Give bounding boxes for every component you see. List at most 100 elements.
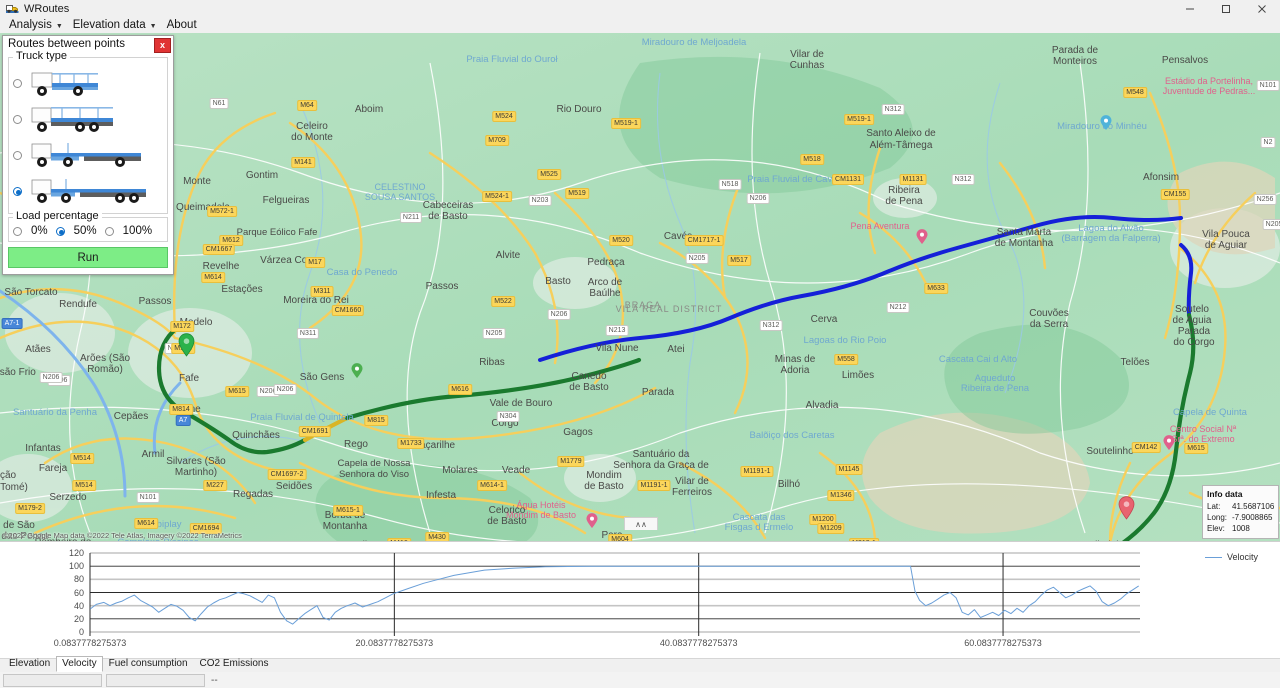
load-percentage-group: Load percentage 0% 50% 100% bbox=[8, 210, 168, 242]
map-road-shield: CM1667 bbox=[202, 244, 236, 255]
map-road-shield: M615 bbox=[225, 386, 249, 397]
map-road-shield: N205 bbox=[685, 253, 709, 264]
chevron-down-icon: ▼ bbox=[55, 22, 63, 30]
map-road-shield: CM142 bbox=[1131, 442, 1161, 453]
map-road-shield: N212 bbox=[886, 302, 910, 313]
map-road-shield: N2 bbox=[1260, 137, 1276, 148]
chart-y-tick-label: 120 bbox=[68, 548, 84, 558]
load-percentage-label: Load percentage bbox=[13, 210, 102, 222]
run-button[interactable]: Run bbox=[8, 247, 168, 268]
map-road-shield: M64 bbox=[297, 100, 317, 111]
load-option-0[interactable]: 0% bbox=[13, 225, 48, 237]
map-road-shield: N61 bbox=[209, 98, 229, 109]
map-road-shield: N312 bbox=[759, 320, 783, 331]
map-road-shield: N101 bbox=[1256, 80, 1280, 91]
status-text: -- bbox=[211, 674, 218, 686]
tab-fuel-consumption[interactable]: Fuel consumption bbox=[103, 656, 194, 672]
truck-radio-1[interactable] bbox=[13, 78, 22, 88]
tab-elevation[interactable]: Elevation bbox=[3, 656, 56, 672]
truck-icon bbox=[6, 3, 19, 14]
map-road-shield: M522 bbox=[491, 296, 515, 307]
map-road-shield: M518 bbox=[800, 154, 824, 165]
info-row-lat: Lat: 41.5687106 bbox=[1207, 501, 1274, 512]
map-road-shield: N203 bbox=[528, 195, 552, 206]
map-road-shield: M141 bbox=[291, 157, 315, 168]
menu-bar: Analysis ▼ Elevation data ▼ About bbox=[0, 17, 1280, 33]
truck-option-rigid-3-axle[interactable] bbox=[13, 101, 163, 137]
load-label-0: 0% bbox=[31, 225, 48, 237]
minimize-button[interactable] bbox=[1172, 0, 1208, 17]
truck-radio-4[interactable] bbox=[13, 186, 22, 196]
map-road-shield: A7 bbox=[175, 415, 191, 426]
map-road-shield: M616 bbox=[448, 384, 472, 395]
chart-y-tick-label: 0 bbox=[78, 627, 84, 637]
map-road-shield: N518 bbox=[718, 179, 742, 190]
map-canvas bbox=[0, 33, 1280, 541]
map-road-shield: M709 bbox=[485, 135, 509, 146]
load-radio-50[interactable] bbox=[55, 226, 65, 236]
truck-option-tractor-semitrailer-3-axle[interactable] bbox=[13, 173, 163, 209]
status-field-2[interactable] bbox=[106, 673, 205, 687]
menu-elevation-data-label: Elevation data bbox=[72, 19, 146, 31]
truck-radio-3[interactable] bbox=[13, 150, 22, 160]
map-road-shield: M1145 bbox=[835, 464, 863, 475]
map-road-shield: CM1691 bbox=[298, 426, 332, 437]
map-view[interactable]: deloomaPraia Fluvial do OurołMiradouro d… bbox=[0, 33, 1280, 541]
close-button[interactable] bbox=[1244, 0, 1280, 17]
map-road-shield: M558 bbox=[834, 354, 858, 365]
chart-tabs: Elevation Velocity Fuel consumption CO2 … bbox=[0, 656, 1280, 672]
chart-x-tick-label: 0.0837778275373 bbox=[53, 638, 127, 648]
load-option-50[interactable]: 50% bbox=[55, 225, 97, 237]
map-road-shield: N311 bbox=[296, 328, 320, 339]
status-field-1[interactable] bbox=[3, 673, 102, 687]
map-road-shield: CM1697-2 bbox=[267, 469, 307, 480]
tab-velocity[interactable]: Velocity bbox=[56, 656, 103, 672]
map-road-shield: M633 bbox=[924, 283, 948, 294]
routes-between-points-panel: Routes between points x Truck type Load … bbox=[2, 35, 174, 275]
map-road-shield: M1191-1 bbox=[740, 466, 774, 477]
map-road-shield: M519-1 bbox=[611, 118, 641, 129]
chart-x-tick-label: 40.0837778275373 bbox=[659, 638, 738, 648]
window-title: WRoutes bbox=[24, 2, 70, 15]
panel-close-button[interactable]: x bbox=[154, 38, 171, 53]
map-road-shield: M519-1 bbox=[844, 114, 874, 125]
panel-title: Routes between points bbox=[8, 38, 125, 50]
map-road-shield: M548 bbox=[1123, 87, 1147, 98]
menu-analysis[interactable]: Analysis ▼ bbox=[4, 18, 68, 32]
map-road-shield: N211 bbox=[399, 212, 423, 223]
menu-about[interactable]: About bbox=[162, 18, 202, 32]
map-road-shield: M614 bbox=[134, 518, 158, 529]
load-radio-0[interactable] bbox=[13, 226, 22, 236]
truck-option-tractor-trailer-2-axle[interactable] bbox=[13, 137, 163, 173]
load-radio-100[interactable] bbox=[104, 226, 114, 236]
map-road-shield: M815 bbox=[364, 415, 388, 426]
load-label-100: 100% bbox=[122, 225, 153, 237]
map-road-shield: M614-1 bbox=[477, 480, 507, 491]
map-road-shield: N205 bbox=[482, 328, 506, 339]
window-controls bbox=[1172, 0, 1280, 17]
chart-legend: Velocity bbox=[1204, 552, 1258, 562]
map-road-shield: N206 bbox=[39, 372, 63, 383]
info-lat-value: 41.5687106 bbox=[1232, 502, 1275, 511]
truck-icon-rigid-3-axle bbox=[31, 107, 113, 132]
map-road-shield: N206 bbox=[273, 384, 297, 395]
map-road-shield: N206 bbox=[547, 309, 571, 320]
info-long-key: Long: bbox=[1207, 513, 1228, 522]
tab-co2-emissions[interactable]: CO2 Emissions bbox=[194, 656, 275, 672]
load-option-100[interactable]: 100% bbox=[104, 225, 153, 237]
chart-x-tick-label: 60.0837778275373 bbox=[964, 638, 1042, 648]
velocity-chart: 0 20 40 60 80 100 120 0.0837778275373 20.083777… bbox=[0, 541, 1280, 659]
info-long-value: -7.9008865 bbox=[1232, 513, 1273, 522]
truck-icon-rigid-2-axle bbox=[31, 72, 98, 96]
truck-radio-2[interactable] bbox=[13, 114, 22, 124]
info-row-elev: Elev: 1008 bbox=[1207, 523, 1274, 534]
info-lat-key: Lat: bbox=[1207, 502, 1221, 511]
truck-icon-tractor-trailer bbox=[31, 143, 141, 167]
maximize-button[interactable] bbox=[1208, 0, 1244, 17]
map-road-shield: M1131 bbox=[899, 174, 927, 185]
map-expand-control[interactable]: ∧∧ bbox=[624, 517, 658, 530]
map-road-shield: M519 bbox=[565, 188, 589, 199]
truck-option-rigid-2-axle[interactable] bbox=[13, 65, 163, 101]
map-road-shield: M517 bbox=[727, 255, 751, 266]
menu-elevation-data[interactable]: Elevation data ▼ bbox=[68, 18, 162, 32]
